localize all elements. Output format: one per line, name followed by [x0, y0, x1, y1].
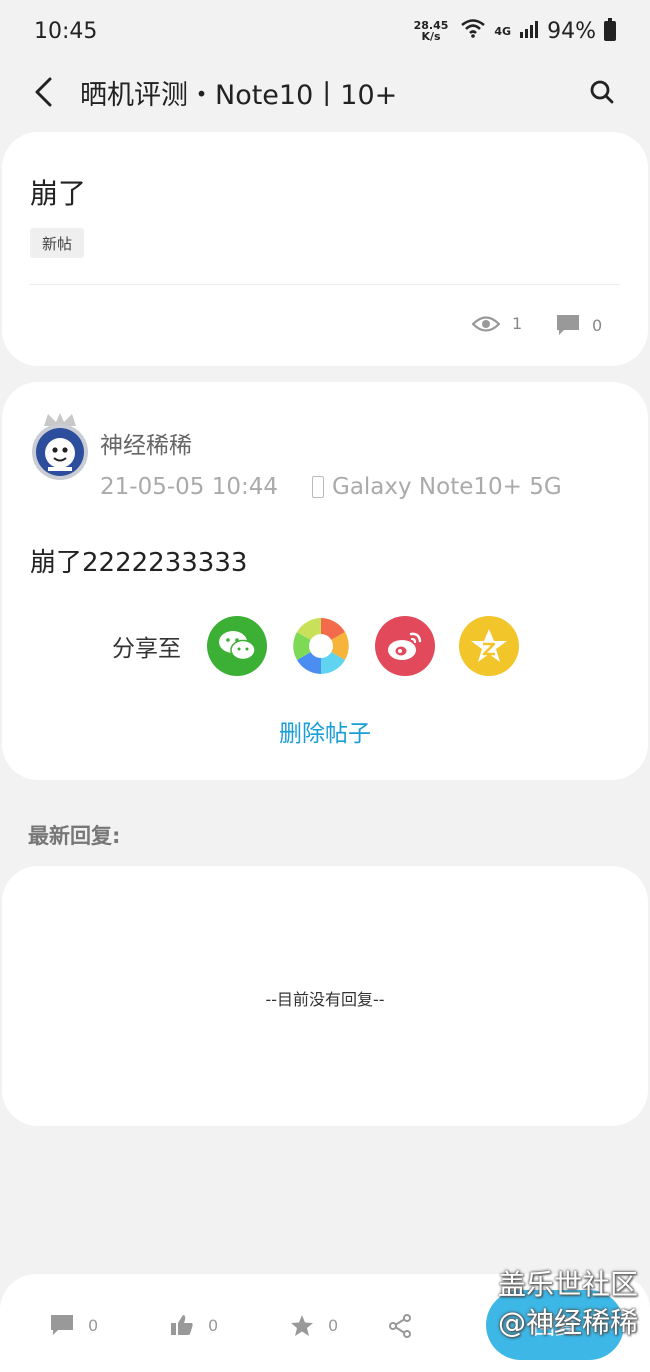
app-header: 晒机评测・Note10丨10+: [0, 62, 650, 122]
share-label: 分享至: [112, 636, 181, 662]
qzone-icon: [471, 629, 507, 662]
signal-icon: [519, 19, 539, 44]
search-icon: [590, 80, 614, 104]
thumbs-up-icon: [171, 1315, 193, 1335]
post-meta: 21-05-05 10:44 Galaxy Note10+ 5G: [100, 474, 562, 500]
divider: [30, 284, 620, 285]
view-count: 1: [472, 314, 522, 333]
wechat-icon: [219, 631, 256, 661]
share-wechat-button[interactable]: [207, 616, 267, 676]
share-button[interactable]: [388, 1314, 412, 1338]
favorite-button[interactable]: 0: [290, 1314, 338, 1337]
comment-button[interactable]: 0: [50, 1314, 98, 1336]
net-speed-unit: K/s: [421, 30, 441, 43]
phone-icon: [312, 476, 324, 498]
network-type: 4G: [494, 24, 512, 38]
moments-icon: [292, 617, 350, 675]
delete-post-button[interactable]: 删除帖子: [2, 714, 648, 748]
post-detail-card: 神经稀稀 21-05-05 10:44 Galaxy Note10+ 5G 崩了…: [2, 382, 648, 780]
device-info: Galaxy Note10+ 5G: [312, 474, 562, 500]
comment-count: 0: [556, 314, 602, 336]
star-icon: [291, 1315, 313, 1336]
battery-level: 94%: [547, 18, 596, 44]
replies-card: --目前没有回复--: [2, 866, 648, 1126]
comment-count-value: 0: [592, 315, 603, 335]
watermark-line1: 盖乐世社区: [497, 1268, 638, 1301]
share-moments-button[interactable]: [291, 616, 351, 676]
avatar[interactable]: [30, 412, 90, 482]
latest-replies-heading: 最新回复:: [28, 824, 121, 848]
post-content: 崩了2222233333: [30, 548, 248, 578]
arrow-left-icon: [35, 77, 52, 107]
author-name[interactable]: 神经稀稀: [100, 426, 192, 460]
share-row: 分享至: [112, 616, 543, 676]
battery-icon: [604, 18, 616, 41]
back-button[interactable]: [28, 72, 58, 112]
view-count-value: 1: [512, 314, 523, 333]
status-bar: 10:45 28.45 K/s 4G 94%: [0, 0, 650, 62]
page-title: 晒机评测・Note10丨10+: [80, 79, 398, 111]
wifi-icon: [460, 18, 486, 44]
status-icons: 28.45 K/s 4G 94%: [414, 18, 616, 44]
post-summary-card: 崩了 新帖 1 0: [2, 132, 648, 366]
new-post-tag: 新帖: [30, 228, 85, 258]
share-weibo-button[interactable]: [375, 616, 435, 676]
status-time: 10:45: [34, 18, 98, 44]
comment-count-value: 0: [88, 1315, 99, 1335]
comment-icon: [51, 1315, 73, 1335]
share-icon: [389, 1314, 411, 1338]
watermark-line2: @神经稀稀: [497, 1306, 638, 1339]
comment-icon: [557, 315, 579, 335]
device-name: Galaxy Note10+ 5G: [332, 474, 562, 500]
share-qzone-button[interactable]: [459, 616, 519, 676]
no-replies-text: --目前没有回复--: [265, 990, 385, 1009]
weibo-icon: [388, 632, 422, 660]
post-title: 崩了: [30, 177, 87, 210]
watermark: 盖乐世社区 @神经稀稀: [498, 1266, 638, 1342]
net-speed: 28.45 K/s: [414, 20, 449, 42]
eye-icon: [472, 315, 500, 332]
like-count-value: 0: [208, 1315, 219, 1335]
like-button[interactable]: 0: [170, 1314, 218, 1336]
post-datetime: 21-05-05 10:44: [100, 474, 278, 500]
favorite-count-value: 0: [328, 1316, 339, 1335]
search-button[interactable]: [582, 72, 622, 112]
